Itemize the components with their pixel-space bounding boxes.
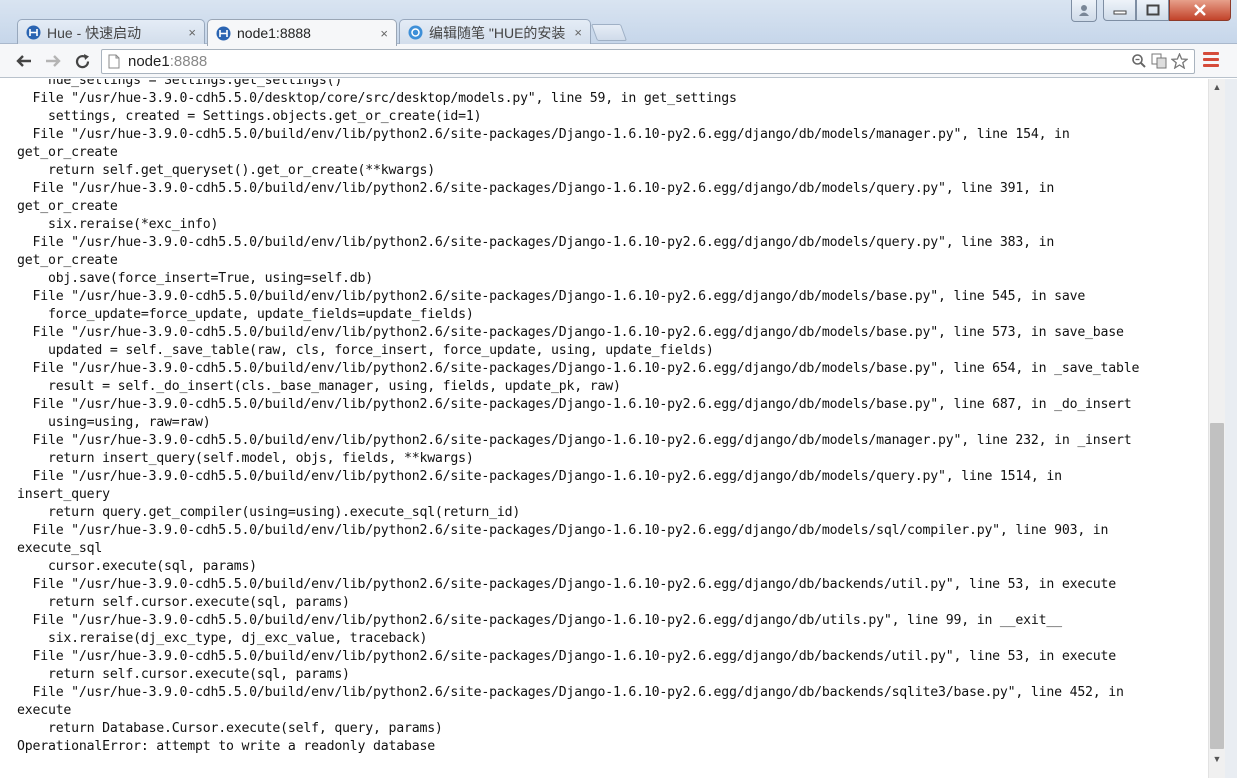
- reload-icon[interactable]: [71, 51, 93, 71]
- tab-label: Hue - 快速启动: [47, 24, 142, 41]
- new-tab-button[interactable]: [590, 24, 628, 41]
- traceback-line: return insert_query(self.model, objs, fi…: [17, 451, 474, 466]
- traceback-line: get_or_create: [17, 199, 118, 214]
- tab-close-icon[interactable]: ×: [188, 25, 196, 40]
- zoom-icon[interactable]: [1131, 53, 1147, 73]
- traceback-line: return Database.Cursor.execute(self, que…: [17, 721, 443, 736]
- traceback-line: settings, created = Settings.objects.get…: [17, 109, 482, 124]
- traceback-line: execute: [17, 703, 72, 718]
- browser-toolbar: node1:8888: [0, 44, 1237, 78]
- traceback-line: File "/usr/hue-3.9.0-cdh5.5.0/build/env/…: [17, 397, 1132, 412]
- traceback-line: get_or_create: [17, 145, 118, 160]
- forward-icon[interactable]: [42, 51, 64, 71]
- traceback-line: File "/usr/hue-3.9.0-cdh5.5.0/build/env/…: [17, 325, 1124, 340]
- traceback-line: insert_query: [17, 487, 110, 502]
- tab-label: 编辑随笔 "HUE的安装: [429, 24, 566, 41]
- traceback-line: return self.cursor.execute(sql, params): [17, 667, 350, 682]
- traceback-line: updated = self._save_table(raw, cls, for…: [17, 343, 714, 358]
- traceback-line: File "/usr/hue-3.9.0-cdh5.5.0/desktop/co…: [17, 91, 737, 106]
- hue-favicon-icon: [216, 26, 231, 41]
- tab-close-icon[interactable]: ×: [380, 26, 388, 41]
- traceback-line: hue_settings = Settings.get_settings(): [17, 79, 343, 88]
- address-text: node1:8888: [128, 53, 207, 70]
- window-titlebar: Hue - 快速启动 × node1:8888 × 编辑随笔 "HUE的安装 ×: [0, 0, 1237, 46]
- traceback-line: six.reraise(*exc_info): [17, 217, 219, 232]
- traceback-line: File "/usr/hue-3.9.0-cdh5.5.0/build/env/…: [17, 433, 1132, 448]
- hue-favicon-icon: [26, 25, 41, 40]
- traceback-line: File "/usr/hue-3.9.0-cdh5.5.0/build/env/…: [17, 181, 1055, 196]
- traceback-line: File "/usr/hue-3.9.0-cdh5.5.0/build/env/…: [17, 289, 1086, 304]
- scroll-up-icon[interactable]: ▲: [1209, 82, 1225, 96]
- menu-icon[interactable]: [1203, 52, 1219, 69]
- traceback-line: File "/usr/hue-3.9.0-cdh5.5.0/build/env/…: [17, 235, 1055, 250]
- traceback-line: File "/usr/hue-3.9.0-cdh5.5.0/build/env/…: [17, 613, 1062, 628]
- traceback-line: File "/usr/hue-3.9.0-cdh5.5.0/build/env/…: [17, 361, 1140, 376]
- traceback-line: File "/usr/hue-3.9.0-cdh5.5.0/build/env/…: [17, 469, 1062, 484]
- traceback-line: File "/usr/hue-3.9.0-cdh5.5.0/build/env/…: [17, 127, 1070, 142]
- tab-hue-quick-start[interactable]: Hue - 快速启动 ×: [17, 19, 205, 45]
- tab-node1[interactable]: node1:8888 ×: [207, 19, 397, 46]
- traceback-line: force_update=force_update, update_fields…: [17, 307, 474, 322]
- traceback-line: return self.get_queryset().get_or_create…: [17, 163, 435, 178]
- traceback-line: File "/usr/hue-3.9.0-cdh5.5.0/build/env/…: [17, 577, 1117, 592]
- star-icon[interactable]: [1170, 52, 1189, 73]
- scroll-thumb[interactable]: [1210, 423, 1224, 749]
- traceback-line: six.reraise(dj_exc_type, dj_exc_value, t…: [17, 631, 428, 646]
- tab-close-icon[interactable]: ×: [574, 25, 582, 40]
- address-host: node1: [128, 53, 170, 70]
- traceback-line: result = self._do_insert(cls._base_manag…: [17, 379, 621, 394]
- cnblogs-favicon-icon: [408, 25, 423, 40]
- minimize-icon[interactable]: [1103, 0, 1136, 21]
- address-port: :8888: [169, 53, 208, 70]
- traceback-line: return query.get_compiler(using=using).e…: [17, 505, 521, 520]
- page-content: hue_settings = Settings.get_settings() F…: [0, 79, 1208, 778]
- tab-label: node1:8888: [237, 25, 311, 41]
- traceback-line: OperationalError: attempt to write a rea…: [17, 739, 435, 754]
- vertical-scrollbar[interactable]: ▲ ▼: [1208, 79, 1225, 778]
- page-icon: [108, 54, 120, 69]
- traceback-line: File "/usr/hue-3.9.0-cdh5.5.0/build/env/…: [17, 685, 1124, 700]
- maximize-icon[interactable]: [1136, 0, 1169, 21]
- traceback-line: execute_sql: [17, 541, 103, 556]
- back-icon[interactable]: [13, 51, 35, 71]
- traceback-line: File "/usr/hue-3.9.0-cdh5.5.0/build/env/…: [17, 523, 1109, 538]
- traceback-line: cursor.execute(sql, params): [17, 559, 257, 574]
- window-frame-edge: [1225, 79, 1237, 778]
- address-bar[interactable]: node1:8888: [101, 49, 1195, 74]
- scroll-down-icon[interactable]: ▼: [1209, 754, 1225, 768]
- traceback-line: return self.cursor.execute(sql, params): [17, 595, 350, 610]
- tab-cnblogs-edit[interactable]: 编辑随笔 "HUE的安装 ×: [399, 19, 591, 45]
- close-icon[interactable]: [1169, 0, 1231, 21]
- traceback-line: using=using, raw=raw): [17, 415, 211, 430]
- translate-icon[interactable]: [1151, 53, 1167, 73]
- traceback-line: File "/usr/hue-3.9.0-cdh5.5.0/build/env/…: [17, 649, 1117, 664]
- traceback-line: obj.save(force_insert=True, using=self.d…: [17, 271, 374, 286]
- traceback-text: hue_settings = Settings.get_settings() F…: [17, 79, 1139, 756]
- user-icon[interactable]: [1071, 0, 1097, 22]
- traceback-line: get_or_create: [17, 253, 118, 268]
